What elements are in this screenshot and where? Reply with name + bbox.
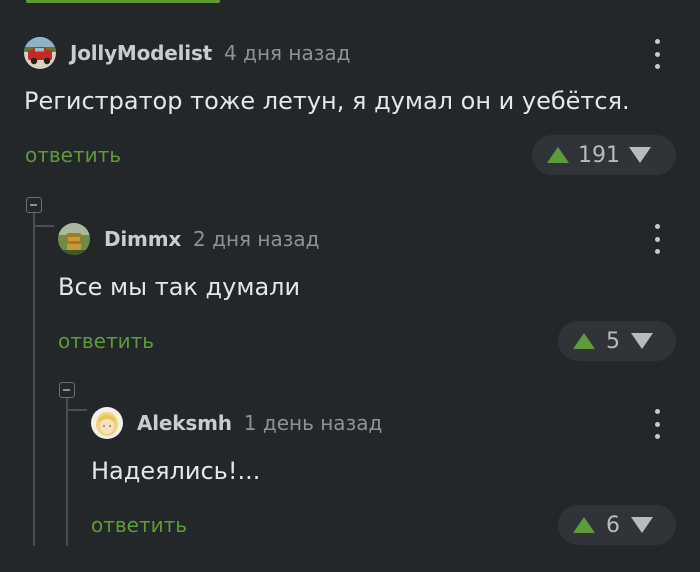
comment-text: Все мы так думали bbox=[58, 273, 301, 301]
thread-branch bbox=[34, 225, 54, 227]
triangle-down-icon[interactable] bbox=[628, 145, 652, 165]
thread-branch bbox=[67, 409, 87, 411]
vertical-dots-icon[interactable] bbox=[645, 39, 669, 69]
vote-panel: 5 bbox=[558, 321, 676, 361]
comment-time: 4 дня назад bbox=[224, 41, 351, 65]
comment-header: JollyModelist 4 дня назад bbox=[24, 36, 350, 70]
username[interactable]: Aleksmh bbox=[137, 411, 232, 435]
comment-time: 1 день назад bbox=[243, 411, 383, 435]
triangle-up-icon[interactable] bbox=[572, 515, 596, 535]
username[interactable]: Dimmx bbox=[104, 227, 181, 251]
comment-header: Aleksmh 1 день назад bbox=[91, 406, 382, 440]
vote-panel: 6 bbox=[558, 505, 676, 545]
reply-button[interactable]: ответить bbox=[25, 143, 121, 167]
pagoda-avatar-icon[interactable] bbox=[58, 223, 90, 255]
vertical-dots-icon[interactable] bbox=[645, 409, 669, 439]
username[interactable]: JollyModelist bbox=[70, 41, 212, 65]
vertical-dots-icon[interactable] bbox=[645, 224, 669, 254]
rating-count: 5 bbox=[606, 328, 620, 354]
triangle-down-icon[interactable] bbox=[630, 515, 654, 535]
comment-text: Регистратор тоже летун, я думал он и уеб… bbox=[24, 87, 630, 115]
comment-time: 2 дня назад bbox=[193, 227, 320, 251]
comment-header: Dimmx 2 дня назад bbox=[58, 222, 319, 256]
triangle-up-icon[interactable] bbox=[546, 145, 570, 165]
rating-count: 191 bbox=[578, 142, 620, 168]
collapse-minus-icon[interactable] bbox=[26, 197, 42, 213]
comment-text: Надеялись!... bbox=[91, 457, 261, 485]
blonde-avatar-icon[interactable] bbox=[91, 407, 123, 439]
triangle-up-icon[interactable] bbox=[572, 331, 596, 351]
reply-button[interactable]: ответить bbox=[58, 329, 154, 353]
reply-button[interactable]: ответить bbox=[91, 513, 187, 537]
triangle-down-icon[interactable] bbox=[630, 331, 654, 351]
comments-page: JollyModelist 4 дня назад Регистратор то… bbox=[0, 0, 700, 572]
vote-panel: 191 bbox=[532, 135, 676, 175]
rating-count: 6 bbox=[606, 512, 620, 538]
collapse-minus-icon[interactable] bbox=[59, 382, 75, 398]
red-car-avatar-icon[interactable] bbox=[24, 37, 56, 69]
thread-line bbox=[33, 213, 35, 546]
thread-line bbox=[66, 398, 68, 546]
top-accent-bar bbox=[26, 0, 220, 3]
